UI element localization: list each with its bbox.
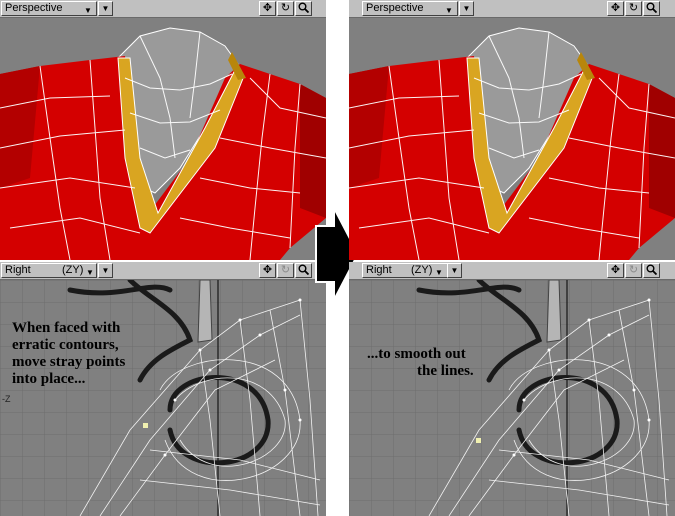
left-side-viewport[interactable]: Right (ZY) ▼ ▼ ✥ ↻ -Z When faced with er…	[0, 262, 326, 516]
view-type-select[interactable]: Perspective ▼	[362, 1, 458, 16]
view-type-label: Perspective	[366, 2, 424, 14]
zoom-icon[interactable]	[643, 1, 660, 16]
caption-line: erratic contours,	[12, 337, 119, 353]
right-side-viewport[interactable]: Right (ZY) ▼ ▼ ✥ ↻ ...to smooth out the …	[349, 262, 675, 516]
axis-label: (ZY)	[62, 264, 84, 276]
viewport-menu-button[interactable]: ▼	[459, 1, 474, 16]
viewport-toolbar: Right (ZY) ▼ ▼ ✥ ↻	[349, 262, 675, 280]
side-view-mesh	[349, 280, 675, 516]
dropdown-triangle-icon: ▼	[435, 268, 443, 277]
caption-line: move stray points	[12, 354, 126, 370]
viewport-menu-button[interactable]: ▼	[98, 1, 113, 16]
dropdown-triangle-icon: ▼	[86, 268, 94, 277]
caption-line: ...to smooth out	[367, 346, 466, 362]
axis-label: (ZY)	[411, 264, 433, 276]
viewport-toolbar: Perspective ▼ ▼ ✥ ↻	[349, 0, 675, 18]
caption-right: ...to smooth out the lines.	[367, 346, 474, 380]
viewport-menu-button[interactable]: ▼	[98, 263, 113, 278]
rotate-icon: ↻	[625, 263, 642, 278]
viewport-menu-button[interactable]: ▼	[447, 263, 462, 278]
caption-line: into place...	[12, 371, 86, 387]
view-type-label: Right	[5, 264, 31, 276]
move-icon[interactable]: ✥	[259, 263, 276, 278]
side-view-mesh	[0, 280, 326, 516]
viewport-toolbar: Right (ZY) ▼ ▼ ✥ ↻	[0, 262, 326, 280]
shirt-mesh-render	[349, 18, 675, 260]
zoom-icon[interactable]	[643, 263, 660, 278]
caption-line: the lines.	[417, 363, 474, 379]
stray-point-marker[interactable]	[143, 423, 148, 428]
move-icon[interactable]: ✥	[607, 263, 624, 278]
right-perspective-viewport[interactable]: Perspective ▼ ▼ ✥ ↻	[349, 0, 675, 260]
view-type-label: Right	[366, 264, 392, 276]
rotate-icon[interactable]: ↻	[277, 1, 294, 16]
shirt-mesh-render	[0, 18, 326, 260]
dropdown-triangle-icon: ▼	[84, 6, 92, 15]
rotate-icon: ↻	[277, 263, 294, 278]
view-type-select[interactable]: Right (ZY) ▼	[362, 263, 458, 278]
view-type-select[interactable]: Right (ZY) ▼	[1, 263, 97, 278]
dropdown-triangle-icon: ▼	[445, 6, 453, 15]
view-type-label: Perspective	[5, 2, 63, 14]
caption-left: When faced with erratic contours, move s…	[12, 320, 125, 388]
view-type-select[interactable]: Perspective ▼	[1, 1, 97, 16]
left-perspective-viewport[interactable]: Perspective ▼ ▼ ✥ ↻	[0, 0, 326, 260]
zoom-icon[interactable]	[295, 263, 312, 278]
axis-marker-label: -Z	[2, 394, 11, 404]
caption-line: When faced with	[12, 320, 121, 336]
viewport-toolbar: Perspective ▼ ▼ ✥ ↻	[0, 0, 326, 18]
move-icon[interactable]: ✥	[259, 1, 276, 16]
moved-point-marker[interactable]	[476, 438, 481, 443]
move-icon[interactable]: ✥	[607, 1, 624, 16]
zoom-icon[interactable]	[295, 1, 312, 16]
rotate-icon[interactable]: ↻	[625, 1, 642, 16]
